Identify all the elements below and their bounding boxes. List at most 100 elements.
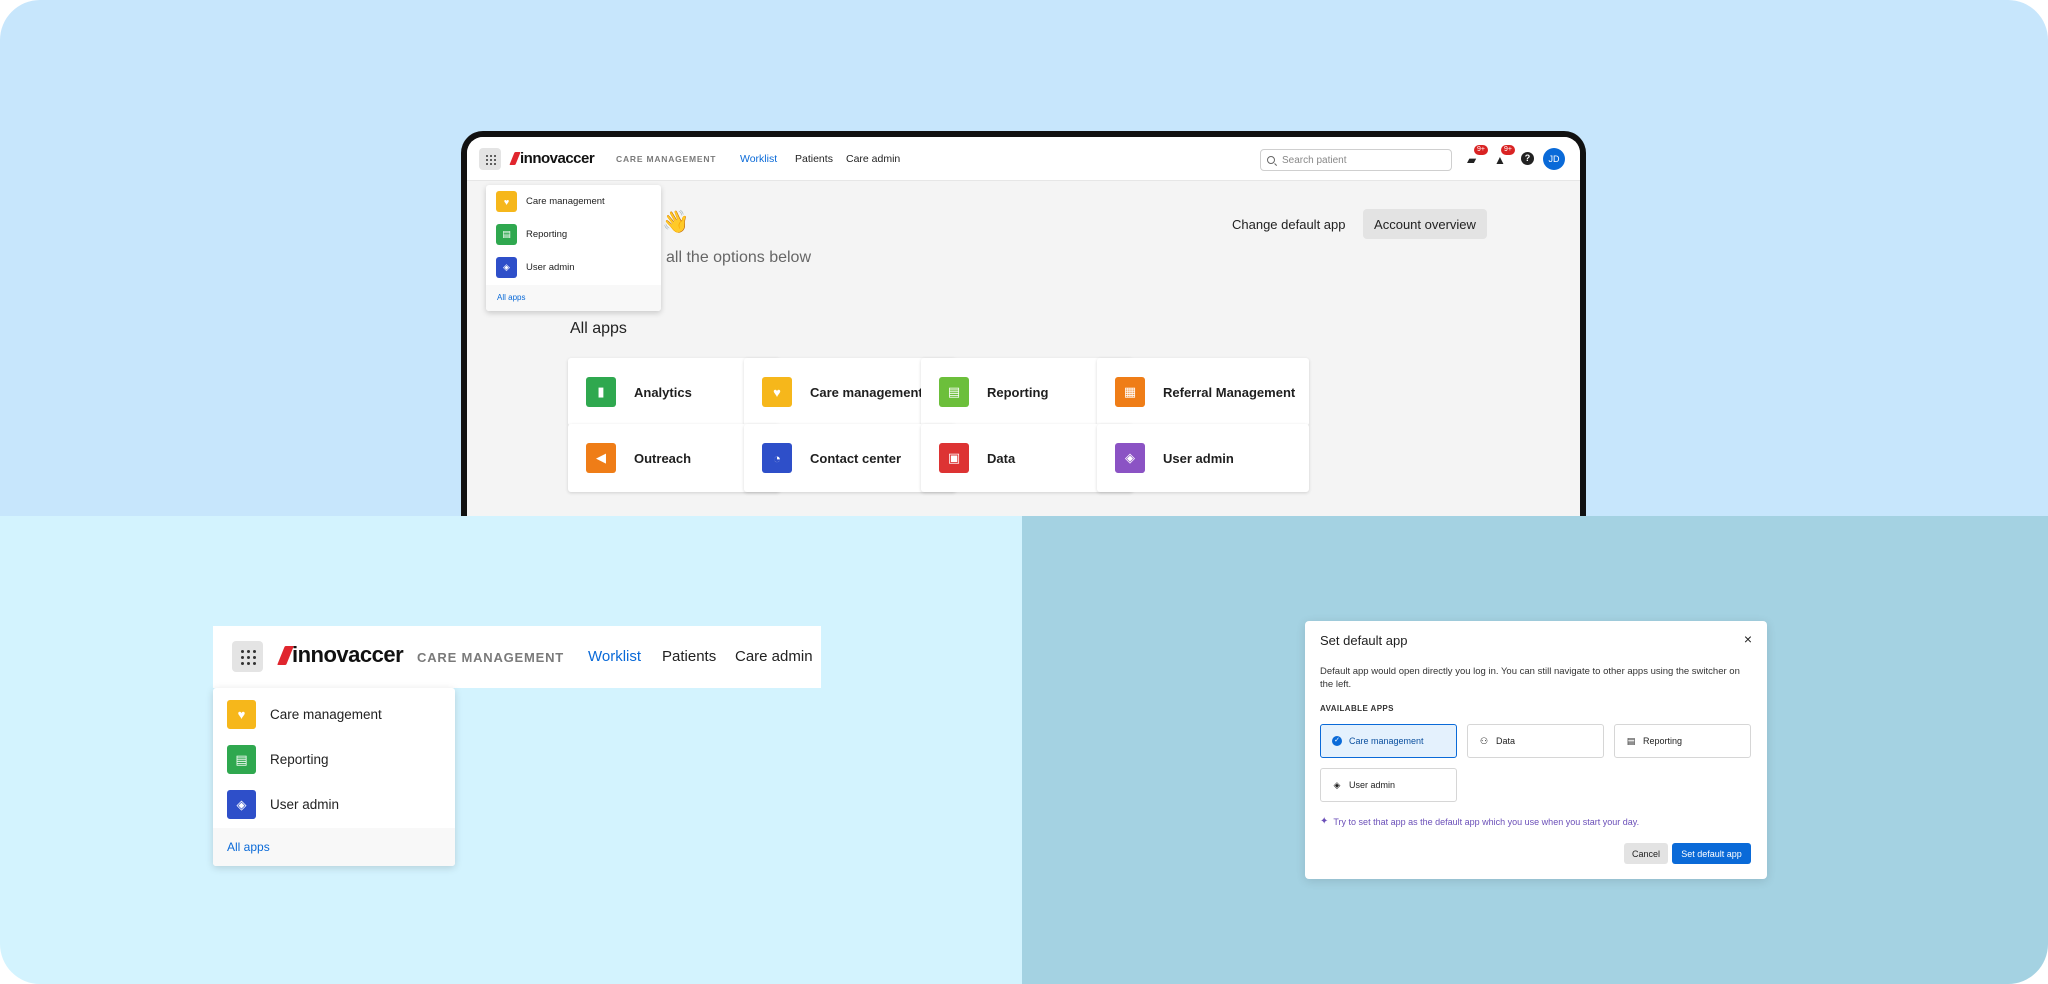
laptop-frame: innovaccer CARE MANAGEMENT Worklist Pati…	[461, 131, 1586, 516]
app-card-label: Referral Management	[1163, 384, 1296, 400]
switcher-item-label: Reporting	[270, 752, 329, 767]
dropdown-footer: All apps	[486, 285, 661, 311]
app-card-label: Care management	[810, 384, 923, 400]
app-option-care-management[interactable]: ✓ Care management	[1320, 724, 1457, 758]
modal-description: Default app would open directly you log …	[1320, 666, 1740, 690]
top-navigation: innovaccer CARE MANAGEMENT Worklist Pati…	[467, 137, 1580, 181]
available-apps-heading: AVAILABLE APPS	[1320, 704, 1394, 713]
report-icon: ▤	[496, 224, 517, 245]
bar-chart-icon: ▮	[586, 377, 616, 407]
nav-link-patients-large[interactable]: Patients	[662, 648, 716, 665]
brand-name: innovaccer	[520, 150, 595, 167]
shield-icon: ◈	[496, 257, 517, 278]
app-option-icon: ▤	[1626, 735, 1636, 746]
grid-icon	[241, 650, 256, 665]
chat-badge: 9+	[1474, 145, 1488, 155]
grid-icon	[485, 154, 496, 165]
logo-mark-icon	[509, 152, 521, 165]
switcher-item-label: Care management	[526, 196, 605, 207]
app-card-label: Outreach	[634, 450, 692, 466]
megaphone-icon: ◀	[586, 443, 616, 473]
data-icon: ▣	[939, 443, 969, 473]
app-option-label: Care management	[1349, 736, 1424, 746]
app-option-user-admin[interactable]: ◈ User admin	[1320, 768, 1457, 802]
switcher-item-care-management[interactable]: ♥ Care management	[496, 191, 605, 212]
laptop-screen: innovaccer CARE MANAGEMENT Worklist Pati…	[467, 137, 1580, 516]
report-icon: ▤	[227, 745, 256, 774]
help-icon[interactable]: ?	[1521, 152, 1534, 165]
care-icon: ♥	[762, 377, 792, 407]
modal-tip: ✦ Try to set that app as the default app…	[1320, 816, 1639, 827]
innovaccer-logo[interactable]: innovaccer	[509, 150, 595, 167]
wave-emoji: 👋	[662, 209, 690, 234]
care-icon: ♥	[496, 191, 517, 212]
bell-badge: 9+	[1501, 145, 1515, 155]
shield-icon: ◈	[1115, 443, 1145, 473]
nav-link-patients[interactable]: Patients	[795, 153, 833, 165]
app-switcher-button-large[interactable]	[232, 641, 263, 672]
switcher-item-label: User admin	[526, 262, 575, 273]
innovaccer-logo-large[interactable]: innovaccer	[277, 642, 404, 668]
app-option-reporting[interactable]: ▤ Reporting	[1614, 724, 1751, 758]
app-card-user-admin[interactable]: ◈ User admin	[1097, 424, 1309, 492]
canvas: innovaccer CARE MANAGEMENT Worklist Pati…	[0, 0, 2048, 984]
search-placeholder: Search patient	[1282, 154, 1347, 166]
chat-button[interactable]: ▰ 9+	[1467, 145, 1488, 167]
sparkle-icon: ✦	[1320, 816, 1329, 827]
app-option-icon: ⚇	[1479, 735, 1489, 746]
app-card-label: Contact center	[810, 450, 902, 466]
app-card-label: User admin	[1163, 450, 1234, 466]
headset-icon: ◔	[762, 443, 792, 473]
change-default-app-button[interactable]: Change default app	[1222, 209, 1355, 239]
nav-link-worklist[interactable]: Worklist	[740, 153, 777, 165]
app-card-label: Analytics	[634, 384, 692, 400]
app-option-label: User admin	[1349, 780, 1396, 790]
shield-icon: ◈	[227, 790, 256, 819]
app-option-label: Data	[1496, 736, 1516, 746]
nav-link-care-admin[interactable]: Care admin	[846, 153, 900, 165]
search-icon	[1267, 156, 1275, 164]
switcher-item-reporting[interactable]: ▤ Reporting	[227, 745, 329, 774]
set-default-app-button[interactable]: Set default app	[1672, 843, 1751, 864]
account-overview-button[interactable]: Account overview	[1363, 209, 1487, 239]
switcher-item-care-management[interactable]: ♥ Care management	[227, 700, 382, 729]
switcher-item-label: Reporting	[526, 229, 568, 240]
switcher-item-label: User admin	[270, 797, 340, 812]
app-switcher-dropdown-small: ♥ Care management ▤ Reporting ◈ User admin Al…	[486, 185, 661, 311]
switcher-item-user-admin[interactable]: ◈ User admin	[227, 790, 339, 819]
product-name: CARE MANAGEMENT	[616, 154, 717, 164]
switcher-item-user-admin[interactable]: ◈ User admin	[496, 257, 575, 278]
report-icon: ▤	[939, 377, 969, 407]
all-apps-link-large[interactable]: All apps	[227, 840, 270, 854]
app-card-referral-management[interactable]: ▦ Referral Management	[1097, 358, 1309, 426]
bell-icon: ▲	[1494, 153, 1506, 167]
switcher-item-label: Care management	[270, 707, 382, 722]
search-input[interactable]: Search patient	[1260, 149, 1452, 171]
tip-text: Try to set that app as the default app w…	[1333, 816, 1640, 827]
app-option-data[interactable]: ⚇ Data	[1467, 724, 1604, 758]
app-option-icon: ◈	[1333, 779, 1341, 790]
set-default-app-modal: Set default app × Default app would open…	[1305, 621, 1767, 879]
all-apps-link[interactable]: All apps	[497, 293, 525, 302]
chat-icon: ▰	[1467, 153, 1477, 167]
cancel-button[interactable]: Cancel	[1624, 843, 1668, 864]
nav-link-care-admin-large[interactable]: Care admin	[735, 648, 813, 665]
background-bottom-left	[0, 516, 1022, 984]
avatar[interactable]: JD	[1543, 148, 1565, 170]
product-name-large: CARE MANAGEMENT	[417, 650, 565, 665]
nav-link-worklist-large[interactable]: Worklist	[588, 648, 641, 665]
app-switcher-button[interactable]	[479, 148, 501, 170]
app-switcher-dropdown-large: ♥ Care management ▤ Reporting ◈ User admin Al…	[213, 688, 455, 866]
all-apps-heading: All apps	[570, 320, 627, 337]
check-icon: ✓	[1332, 736, 1342, 746]
zoomed-navigation: innovaccer CARE MANAGEMENT Worklist Pati…	[213, 626, 821, 688]
notification-button[interactable]: ▲ 9+	[1494, 145, 1515, 167]
care-icon: ♥	[227, 700, 256, 729]
close-icon[interactable]: ×	[1744, 632, 1752, 646]
brand-name-large: innovaccer	[292, 642, 404, 667]
switcher-item-reporting[interactable]: ▤ Reporting	[496, 224, 567, 245]
app-option-label: Reporting	[1643, 736, 1683, 746]
app-card-label: Data	[987, 450, 1016, 466]
referral-icon: ▦	[1115, 377, 1145, 407]
dropdown-footer-large: All apps	[213, 828, 455, 866]
